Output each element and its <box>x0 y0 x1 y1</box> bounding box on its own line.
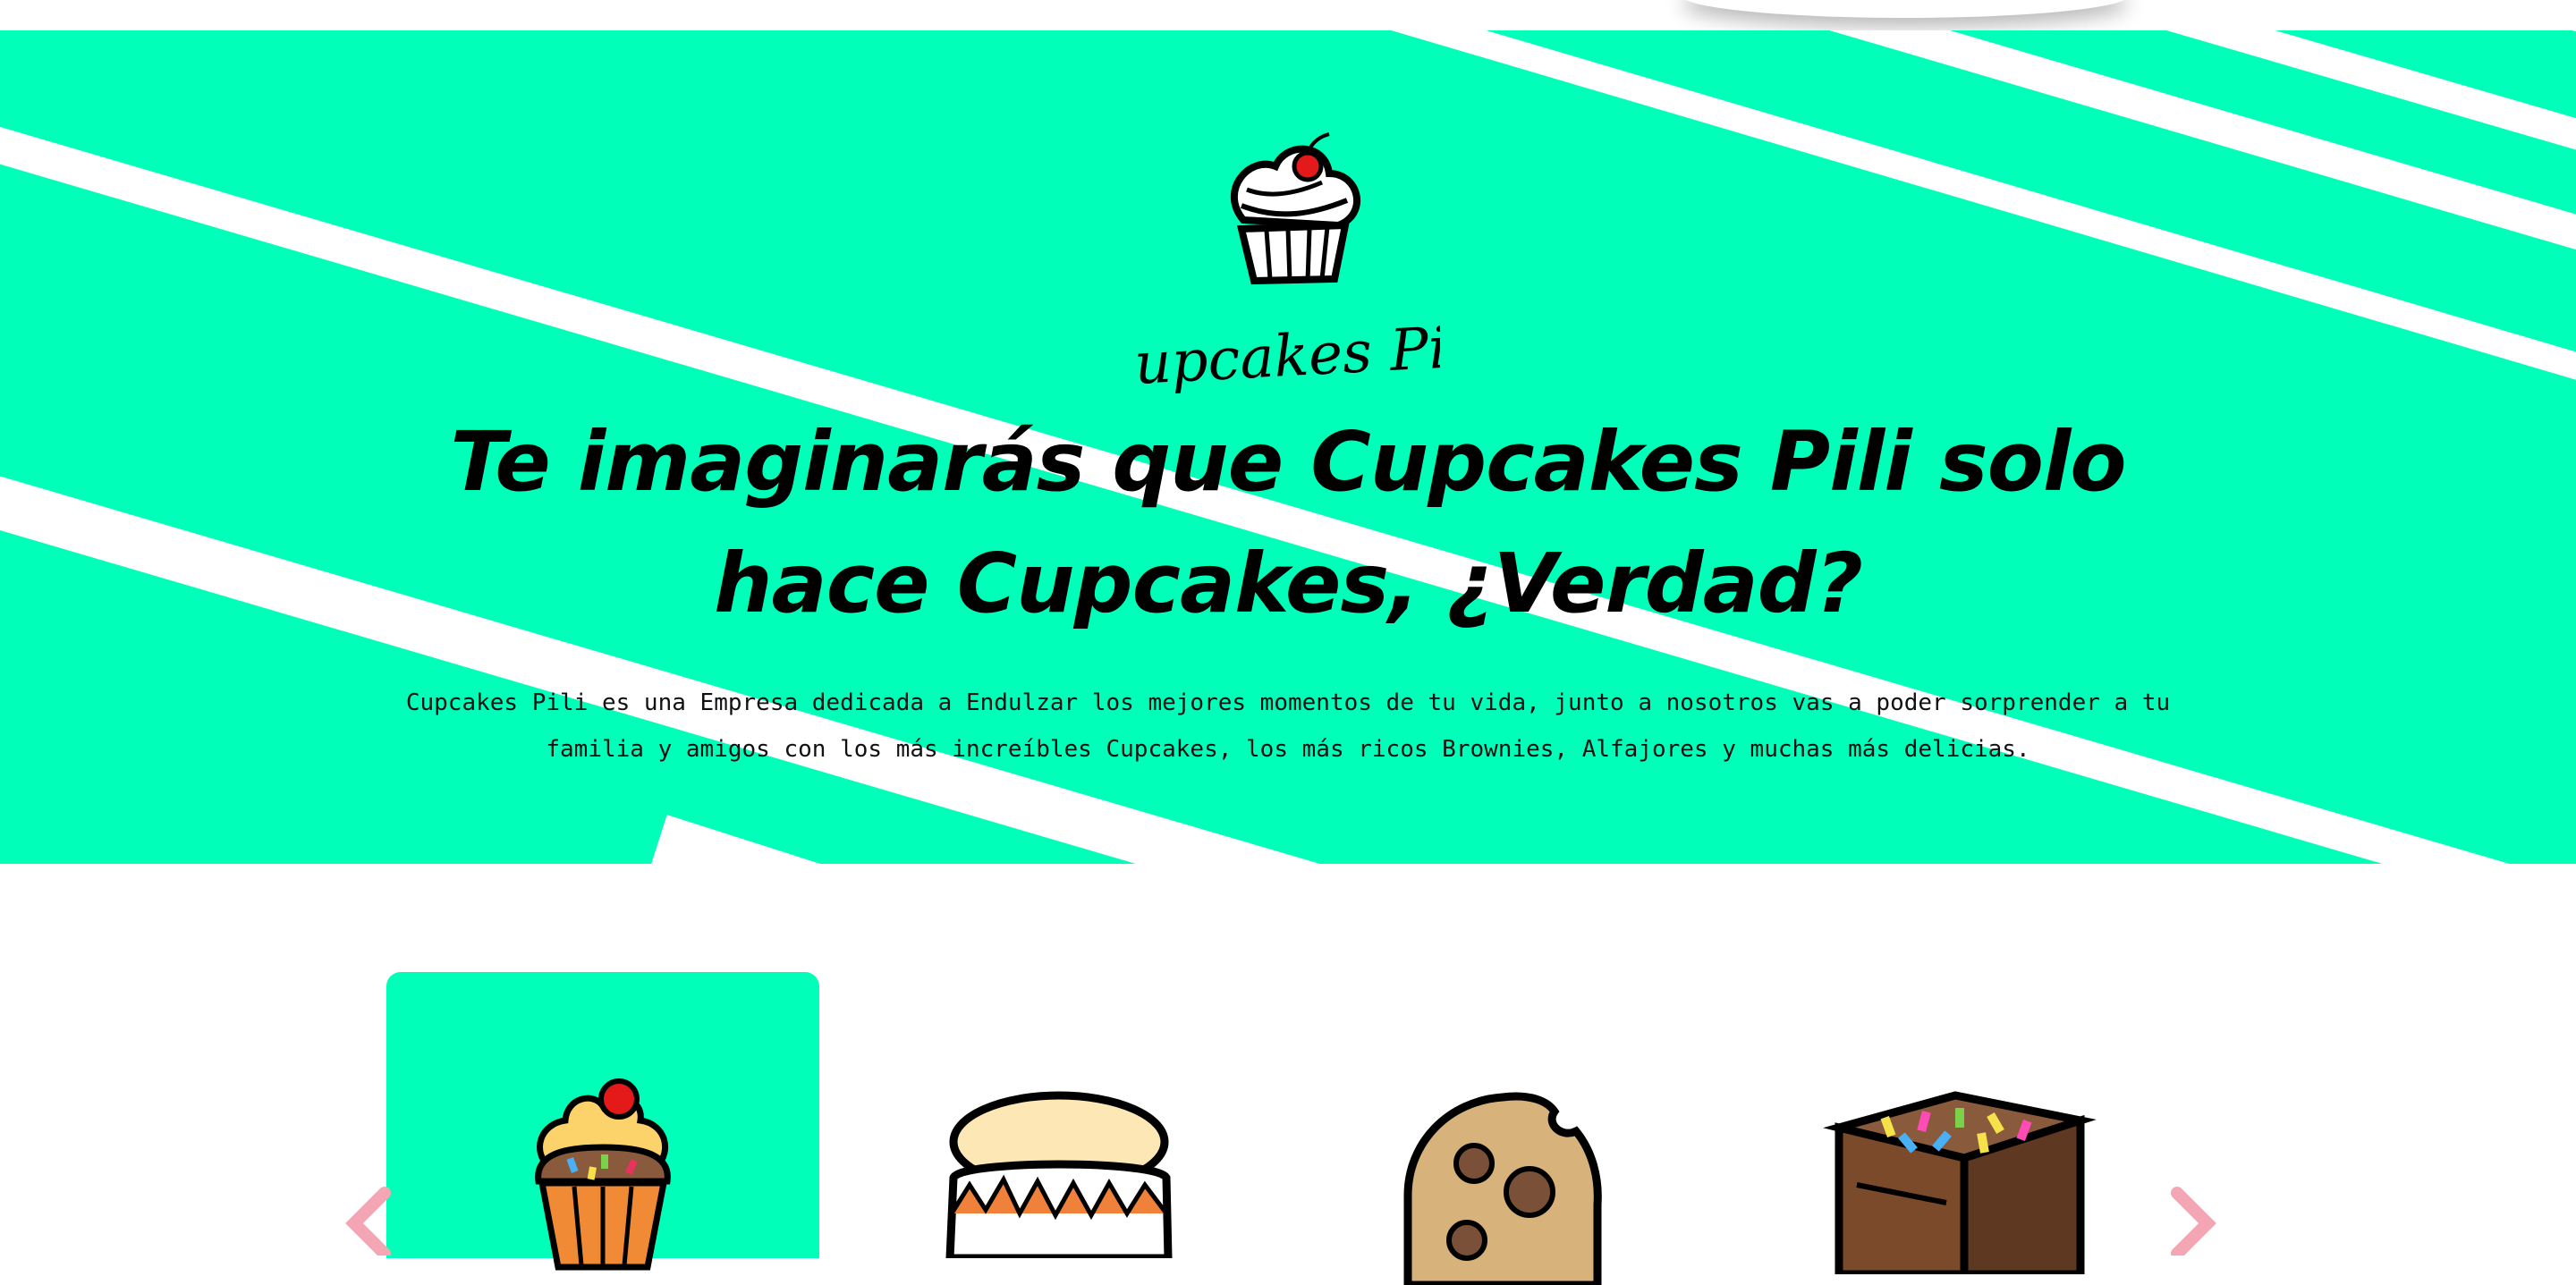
hero-section: Cupcakes Pili Te imaginarás que Cupcakes… <box>0 30 2576 864</box>
carousel-item-cookie[interactable] <box>1367 972 1800 1285</box>
cupcakes-pili-logo: Cupcakes Pili <box>1136 132 1440 401</box>
alfajor-icon <box>945 1091 1173 1258</box>
logo-wordmark: Cupcakes Pili <box>1136 314 1440 401</box>
cookie-icon <box>1403 1092 1602 1285</box>
carousel-item-alfajor[interactable] <box>894 972 1327 1258</box>
chevron-left-icon[interactable] <box>340 1184 394 1255</box>
chevron-right-icon[interactable] <box>2168 1184 2222 1255</box>
carousel-item-cupcake[interactable] <box>386 972 819 1271</box>
brownie-icon <box>1823 1091 2097 1274</box>
product-carousel <box>0 864 2576 1285</box>
cupcake-icon <box>535 1078 671 1271</box>
hero-description: Cupcakes Pili es una Empresa dedicada a … <box>405 689 2171 763</box>
top-bar <box>0 0 2576 30</box>
hero-title: Te imaginarás que Cupcakes Pili solo hac… <box>450 414 2126 631</box>
floating-element-shadow <box>1682 0 2129 18</box>
